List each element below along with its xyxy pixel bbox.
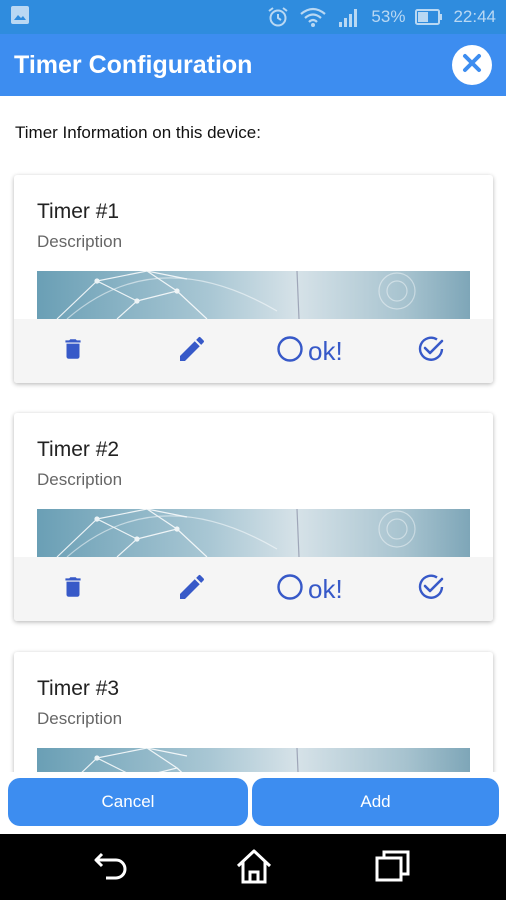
recents-button[interactable] — [374, 848, 412, 889]
back-button[interactable] — [92, 848, 132, 889]
check-circle-icon — [416, 334, 446, 369]
clock: 22:44 — [453, 7, 496, 26]
battery-icon — [415, 8, 443, 26]
navigation-bar — [0, 834, 506, 900]
edit-button[interactable] — [176, 319, 208, 383]
timer-title: Timer #2 — [37, 438, 120, 461]
timer-image — [37, 271, 470, 319]
add-button[interactable]: Add — [252, 778, 499, 826]
home-button[interactable] — [234, 848, 274, 891]
alarm-icon — [267, 6, 289, 28]
delete-icon — [60, 335, 86, 368]
status-bar: 53% 22:44 — [0, 0, 506, 34]
confirm-button[interactable] — [416, 319, 446, 383]
timer-actions: ok! — [14, 319, 493, 383]
section-label: Timer Information on this device: — [15, 123, 261, 142]
edit-icon — [176, 571, 208, 608]
circle-icon — [276, 335, 304, 368]
timer-card: Timer #2 Description ok! — [14, 413, 493, 621]
app-bar: Timer Configuration — [0, 34, 506, 96]
check-circle-icon — [416, 572, 446, 607]
back-icon — [92, 852, 132, 888]
cancel-button[interactable]: Cancel — [8, 778, 248, 826]
bottom-action-bar: Cancel Add — [0, 772, 506, 834]
timer-title: Timer #3 — [37, 677, 120, 700]
delete-icon — [60, 573, 86, 606]
edit-icon — [176, 333, 208, 370]
recents-icon — [374, 850, 412, 888]
ok-button[interactable]: ok! — [276, 319, 343, 383]
signal-icon — [337, 6, 361, 28]
ok-button[interactable]: ok! — [276, 557, 343, 621]
page-title: Timer Configuration — [14, 50, 253, 79]
image-icon — [10, 5, 30, 30]
timer-title: Timer #1 — [37, 200, 120, 223]
delete-button[interactable] — [60, 319, 86, 383]
timer-actions: ok! — [14, 557, 493, 621]
confirm-button[interactable] — [416, 557, 446, 621]
timer-card: Timer #1 Description ok! — [14, 175, 493, 383]
ok-label: ok! — [308, 573, 343, 604]
wifi-icon — [299, 6, 327, 28]
ok-label: ok! — [308, 335, 343, 366]
close-icon — [460, 51, 484, 80]
battery-percent: 53% — [371, 7, 406, 26]
circle-icon — [276, 573, 304, 606]
timer-image — [37, 509, 470, 557]
home-icon — [234, 849, 274, 890]
delete-button[interactable] — [60, 557, 86, 621]
edit-button[interactable] — [176, 557, 208, 621]
timer-card: Timer #3 Description — [14, 652, 493, 792]
close-button[interactable] — [452, 45, 492, 85]
timer-description: Description — [37, 709, 123, 728]
timer-description: Description — [37, 232, 123, 251]
timer-description: Description — [37, 470, 123, 489]
